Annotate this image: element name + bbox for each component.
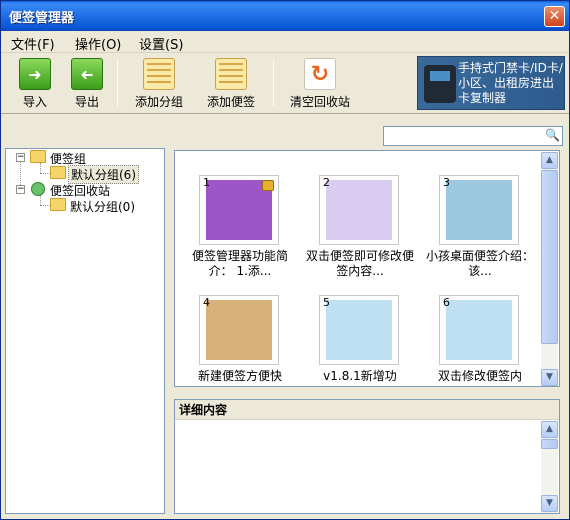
- note-pencil-icon: [215, 58, 247, 90]
- clear-recycle-button[interactable]: 清空回收站: [285, 58, 355, 110]
- note-caption: 小孩桌面便签介绍： 该...: [425, 249, 534, 278]
- import-label: 导入: [22, 95, 47, 109]
- note-thumbnail[interactable]: 6: [439, 295, 519, 365]
- menu-settings[interactable]: 设置(S): [139, 34, 183, 53]
- scroll-thumb[interactable]: [541, 170, 558, 344]
- notes-scrollbar[interactable]: ▲ ▼: [541, 152, 558, 386]
- tree-line: [40, 195, 41, 205]
- window-title: 便签管理器: [9, 11, 75, 26]
- note-thumbnail[interactable]: 1: [199, 175, 279, 245]
- add-group-button[interactable]: 添加分组: [131, 58, 187, 110]
- menu-operate[interactable]: 操作(O): [75, 34, 121, 53]
- lock-icon: [262, 180, 274, 191]
- menu-file[interactable]: 文件(F): [11, 34, 55, 53]
- notes-grid: 1 便签管理器功能简介： 1.添... 2 双击便签即可修改便签内容... 3 小孩桌面便…: [174, 150, 560, 387]
- detail-content[interactable]: [179, 424, 539, 510]
- recycle-bin-icon: [31, 182, 45, 196]
- search-box: 🔍: [383, 126, 563, 146]
- note-thumbnail[interactable]: 3: [439, 175, 519, 245]
- ad-text: 手持式门禁卡/ID卡/小区、出租房进出卡复制器: [458, 61, 563, 105]
- scroll-up-icon[interactable]: ▲: [541, 152, 558, 169]
- group-tree: − 便签组 默认分组(6) − 便签回收站 默认分组(0): [5, 148, 165, 514]
- note-number: 4: [203, 296, 210, 309]
- detail-title: 详细内容: [175, 400, 559, 420]
- menu-bar: 文件(F) 操作(O) 设置(S): [1, 31, 569, 53]
- search-icon[interactable]: 🔍: [545, 128, 560, 142]
- tree-item-recycle-bin[interactable]: 便签回收站: [50, 182, 110, 199]
- note-caption: 双击修改便签内: [437, 369, 522, 383]
- import-arrow-icon: ➜: [19, 58, 51, 90]
- folder-icon: [50, 198, 66, 211]
- note-paper-icon: [326, 180, 392, 240]
- collapse-icon[interactable]: −: [16, 185, 25, 194]
- note-caption: 便签管理器功能简介： 1.添...: [191, 249, 288, 278]
- app-window: 便签管理器 ✕ 文件(F) 操作(O) 设置(S) ➜ 导入 ➜ 导出 添加分组…: [0, 0, 570, 520]
- export-arrow-icon: ➜: [71, 58, 103, 90]
- toolbar-separator: [273, 60, 274, 106]
- tree-line: [40, 163, 41, 173]
- add-group-label: 添加分组: [134, 95, 183, 109]
- toolbar: ➜ 导入 ➜ 导出 添加分组 添加便签 清空回收站 手持式门禁卡/ID卡/小区、…: [1, 54, 569, 114]
- detail-panel: 详细内容 ▲ ▼: [174, 399, 560, 514]
- ad-banner[interactable]: 手持式门禁卡/ID卡/小区、出租房进出卡复制器: [417, 56, 565, 110]
- note-caption: 新建便签方便快: [197, 369, 282, 383]
- note-paper-icon: [446, 180, 512, 240]
- notepad-icon: [143, 58, 175, 90]
- scroll-down-icon[interactable]: ▼: [541, 495, 558, 512]
- folder-icon: [50, 166, 66, 179]
- collapse-icon[interactable]: −: [16, 153, 25, 162]
- add-note-button[interactable]: 添加便签: [203, 58, 259, 110]
- export-button[interactable]: ➜ 导出: [67, 58, 107, 110]
- note-paper-icon: [326, 300, 392, 360]
- scroll-down-icon[interactable]: ▼: [541, 369, 558, 386]
- note-paper-icon: [206, 300, 272, 360]
- toolbar-separator: [117, 60, 118, 106]
- close-icon: ✕: [548, 8, 561, 24]
- tree-line: [40, 173, 50, 174]
- add-note-label: 添加便签: [206, 95, 255, 109]
- note-caption: 双击便签即可修改便签内容...: [305, 249, 414, 278]
- note-number: 6: [443, 296, 450, 309]
- note-number: 5: [323, 296, 330, 309]
- scroll-up-icon[interactable]: ▲: [541, 421, 558, 438]
- export-label: 导出: [74, 95, 99, 109]
- note-paper-icon: [446, 300, 512, 360]
- note-thumbnail[interactable]: 5: [319, 295, 399, 365]
- scroll-thumb[interactable]: [541, 439, 558, 449]
- detail-scrollbar[interactable]: ▲ ▼: [541, 421, 558, 513]
- note-number: 1: [203, 176, 210, 189]
- tree-item-recycle-default[interactable]: 默认分组(0): [70, 198, 135, 215]
- close-button[interactable]: ✕: [544, 6, 565, 27]
- note-number: 2: [323, 176, 330, 189]
- note-caption: v1.8.1新增功: [323, 369, 397, 383]
- recycle-icon: [304, 58, 336, 90]
- note-thumbnail[interactable]: 4: [199, 295, 279, 365]
- title-bar: 便签管理器 ✕: [1, 1, 569, 31]
- search-input[interactable]: [384, 127, 534, 145]
- card-reader-icon: [424, 65, 456, 103]
- import-button[interactable]: ➜ 导入: [15, 58, 55, 110]
- note-thumbnail[interactable]: 2: [319, 175, 399, 245]
- clear-recycle-label: 清空回收站: [289, 95, 350, 109]
- note-number: 3: [443, 176, 450, 189]
- folder-icon: [30, 150, 46, 163]
- tree-line: [40, 205, 50, 206]
